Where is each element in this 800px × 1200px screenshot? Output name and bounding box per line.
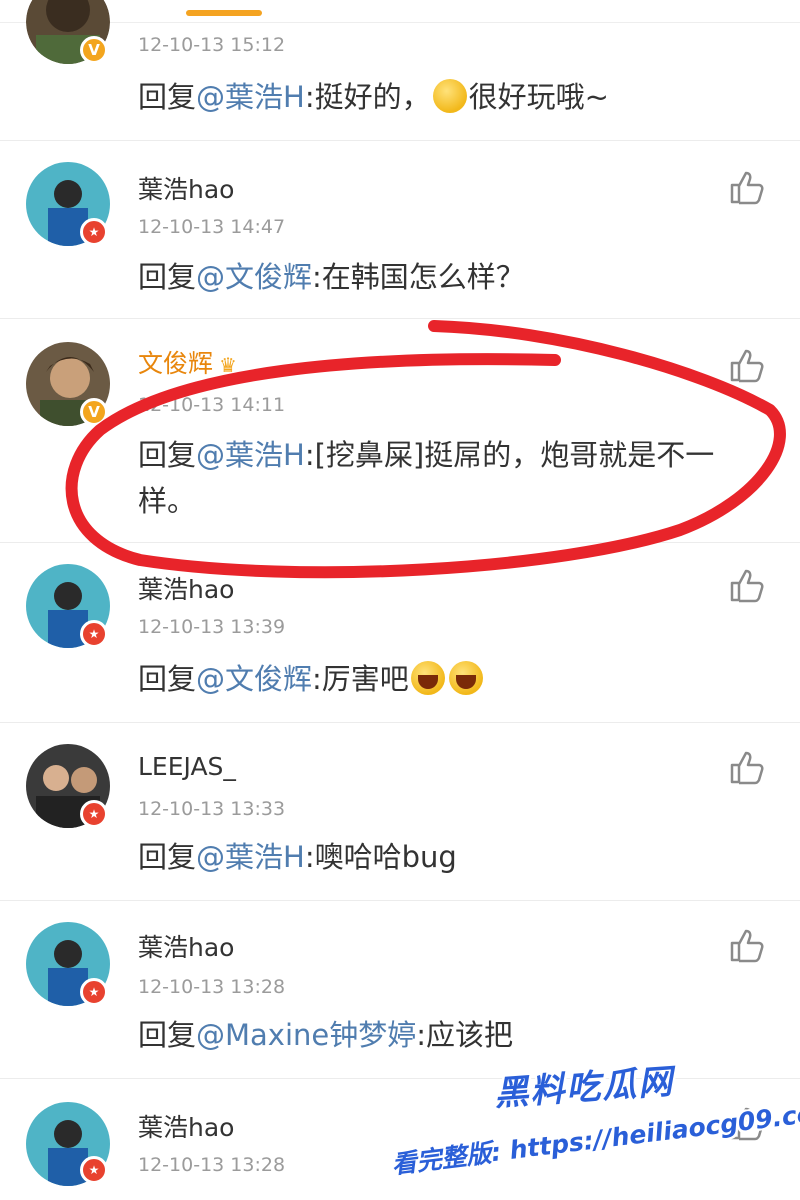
comment-timestamp: 12-10-13 14:47: [138, 216, 286, 238]
comment-timestamp: 12-10-13 14:11: [138, 394, 286, 416]
comment-timestamp: 12-10-13 13:28: [138, 1154, 286, 1176]
watermark: 黑料吃瓜网 看完整版: https://heiliaocg09.com: [390, 1060, 800, 1190]
comment-username[interactable]: 文俊辉 ♛: [138, 344, 237, 380]
member-badge-icon: ★: [80, 800, 108, 828]
reply-prefix: 回复: [138, 840, 197, 874]
comment-username[interactable]: 葉浩hao: [138, 170, 234, 206]
divider: [0, 318, 800, 319]
member-badge-icon: ★: [80, 218, 108, 246]
comment-text-part: 很好玩哦~: [468, 80, 609, 114]
comment-timestamp: 12-10-13 13:33: [138, 798, 286, 820]
mention-link[interactable]: @葉浩H: [196, 840, 305, 874]
like-thumb-icon[interactable]: [728, 168, 766, 206]
member-badge-icon: ★: [80, 620, 108, 648]
reply-prefix: 回复: [138, 80, 197, 114]
mention-link[interactable]: @葉浩H: [196, 80, 305, 114]
username-text: 文俊辉: [138, 349, 214, 378]
reply-prefix: 回复: [138, 260, 197, 294]
divider: [0, 542, 800, 543]
comment-username[interactable]: 葉浩hao: [138, 570, 234, 606]
comment-text-part: :厉害吧: [312, 662, 409, 696]
like-thumb-icon[interactable]: [728, 748, 766, 786]
top-divider: [0, 22, 800, 23]
like-thumb-icon[interactable]: [728, 926, 766, 964]
comment-text: 回复@葉浩H:噢哈哈bug: [138, 834, 758, 880]
reply-prefix: 回复: [138, 662, 197, 696]
comment-text-part: :噢哈哈bug: [304, 840, 457, 874]
comment-text-part: :应该把: [416, 1018, 514, 1052]
crown-icon: ♛: [219, 353, 237, 377]
comment-text: 回复@Maxine钟梦婷:应该把: [138, 1012, 758, 1058]
member-badge-icon: ★: [80, 978, 108, 1006]
divider: [0, 140, 800, 141]
watermark-title: 黑料吃瓜网: [493, 1061, 676, 1115]
comment-text: 回复@葉浩H:[挖鼻屎]挺屌的，炮哥就是不一样。: [138, 432, 758, 524]
comment-username[interactable]: 葉浩hao: [138, 1108, 234, 1144]
comment-text-part: :挺好的，: [304, 80, 431, 114]
divider: [0, 722, 800, 723]
mention-link[interactable]: @文俊辉: [196, 260, 312, 294]
member-badge-icon: ★: [80, 1156, 108, 1184]
thinking-emoji-icon: [432, 79, 467, 113]
reply-prefix: 回复: [138, 1018, 197, 1052]
tab-indicator: [186, 10, 262, 16]
comment-timestamp: 12-10-13 13:39: [138, 616, 286, 638]
verified-badge-icon: V: [80, 398, 108, 426]
mention-link[interactable]: @葉浩H: [196, 438, 305, 472]
like-thumb-icon[interactable]: [728, 346, 766, 384]
comment-text: 回复@文俊辉:在韩国怎么样？: [138, 254, 758, 300]
mention-link[interactable]: @Maxine钟梦婷: [196, 1018, 416, 1052]
divider: [0, 900, 800, 901]
like-thumb-icon[interactable]: [728, 566, 766, 604]
comment-text-part: :在韩国怎么样？: [312, 260, 525, 294]
laughing-emoji-icon: [410, 661, 445, 695]
comment-username[interactable]: 葉浩hao: [138, 928, 234, 964]
reply-prefix: 回复: [138, 438, 197, 472]
laughing-emoji-icon: [448, 661, 483, 695]
comment-timestamp: 12-10-13 15:12: [138, 34, 286, 56]
comment-username[interactable]: LEEJAS_: [138, 752, 236, 781]
comment-text: 回复@文俊辉:厉害吧: [138, 656, 758, 702]
comment-timestamp: 12-10-13 13:28: [138, 976, 286, 998]
mention-link[interactable]: @文俊辉: [196, 662, 312, 696]
verified-badge-icon: V: [80, 36, 108, 64]
comment-text: 回复@葉浩H:挺好的， 很好玩哦~: [138, 74, 758, 120]
